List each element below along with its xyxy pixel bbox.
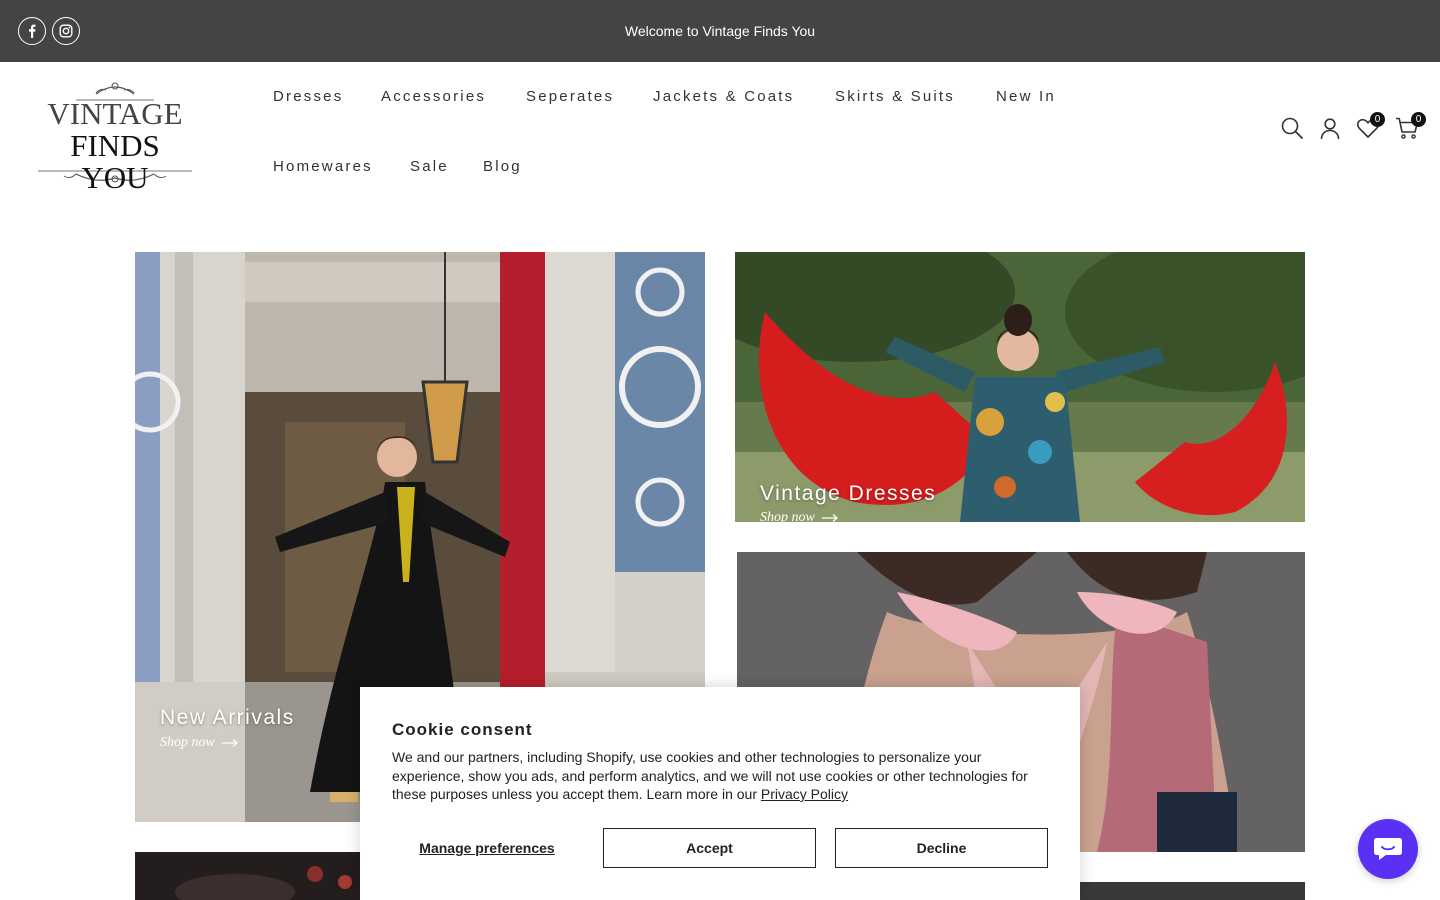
search-icon[interactable]: [1280, 116, 1304, 140]
nav-jackets-coats[interactable]: Jackets & Coats: [653, 88, 794, 105]
decline-button[interactable]: Decline: [835, 828, 1048, 868]
banner-title: New Arrivals: [160, 706, 295, 729]
nav-seperates[interactable]: Seperates: [526, 88, 614, 105]
nav-accessories[interactable]: Accessories: [381, 88, 486, 105]
nav-homewares[interactable]: Homewares: [273, 158, 373, 175]
facebook-glyph: [29, 24, 36, 38]
arrow-right-icon: [821, 514, 838, 522]
cookie-title: Cookie consent: [392, 720, 533, 739]
shop-now-link[interactable]: Shop now: [760, 510, 839, 522]
privacy-policy-link[interactable]: Privacy Policy: [761, 786, 848, 802]
site-logo[interactable]: VINTAGE FINDS YOU: [36, 78, 194, 194]
shop-now-link[interactable]: Shop now: [160, 735, 239, 751]
wishlist-count-badge: 0: [1370, 112, 1385, 127]
nav-skirts-suits[interactable]: Skirts & Suits: [835, 88, 955, 105]
chat-button[interactable]: [1358, 819, 1418, 879]
chat-bubble-icon: [1374, 838, 1402, 860]
announcement-text: Welcome to Vintage Finds You: [624, 23, 816, 39]
logo-text-vintage: VINTAGE: [47, 96, 183, 131]
banner-vintage-dresses[interactable]: Vintage Dresses Shop now: [735, 252, 1305, 522]
nav-new-in[interactable]: New In: [996, 88, 1056, 105]
cookie-description: We and our partners, including Shopify, …: [392, 748, 1052, 804]
logo-text-finds-you: FINDS YOU: [70, 128, 160, 195]
cookie-body-text: We and our partners, including Shopify, …: [392, 749, 1028, 802]
instagram-glyph: [59, 24, 73, 38]
nav-sale[interactable]: Sale: [410, 158, 449, 175]
cart-count-badge: 0: [1411, 112, 1426, 127]
manage-preferences-button[interactable]: Manage preferences: [392, 828, 582, 868]
shop-now-label: Shop now: [760, 510, 815, 522]
facebook-icon[interactable]: [18, 17, 46, 45]
nav-blog[interactable]: Blog: [483, 158, 522, 175]
cookie-consent-dialog: Cookie consent We and our partners, incl…: [360, 687, 1080, 900]
shop-now-label: Shop now: [160, 735, 215, 750]
nav-dresses[interactable]: Dresses: [273, 88, 343, 105]
accept-button[interactable]: Accept: [603, 828, 816, 868]
arrow-right-icon: [221, 739, 238, 747]
instagram-icon[interactable]: [52, 17, 80, 45]
announcement-bar: Welcome to Vintage Finds You: [0, 0, 1440, 62]
banner-title: Vintage Dresses: [760, 482, 937, 505]
user-icon[interactable]: [1318, 116, 1342, 140]
